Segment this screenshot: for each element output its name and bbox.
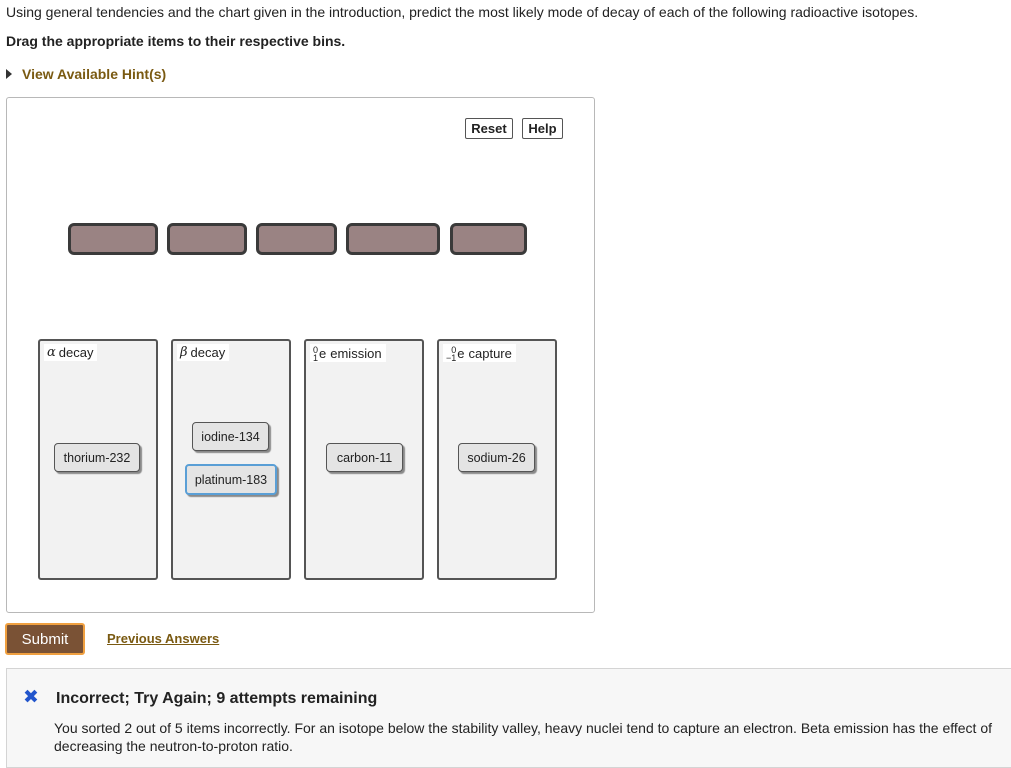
nuclide-notation: 0 −1: [446, 345, 457, 363]
empty-item-slot: [167, 223, 247, 255]
feedback-panel: ✖ Incorrect; Try Again; 9 attempts remai…: [6, 668, 1011, 768]
bin-label-text: capture: [468, 345, 512, 361]
feedback-message: You sorted 2 out of 5 items incorrectly.…: [54, 720, 993, 754]
bin-label-text: emission: [330, 345, 382, 361]
previous-answers-link[interactable]: Previous Answers: [107, 631, 219, 646]
instruction-text: Drag the appropriate items to their resp…: [6, 33, 346, 49]
bin-label: β decay: [177, 344, 230, 361]
question-text: Using general tendencies and the chart g…: [6, 4, 919, 20]
beta-symbol: β: [180, 345, 188, 360]
drag-drop-workspace: Reset Help α decay thorium-232 β decay i…: [6, 97, 595, 613]
view-hints-label: View Available Hint(s): [22, 66, 167, 82]
empty-item-slot: [68, 223, 158, 255]
view-hints-toggle[interactable]: View Available Hint(s): [6, 66, 166, 82]
item-chip[interactable]: carbon-11: [326, 443, 403, 472]
close-x-icon: ✖: [23, 686, 39, 708]
submit-button[interactable]: Submit: [5, 623, 85, 655]
bin-label-text: decay: [190, 345, 226, 360]
reset-button[interactable]: Reset: [465, 118, 513, 139]
bin-alpha-decay[interactable]: α decay thorium-232: [38, 339, 158, 580]
empty-item-slot: [256, 223, 337, 255]
empty-item-slot: [450, 223, 527, 255]
bin-electron-capture[interactable]: 0 −1 e capture sodium-26: [437, 339, 557, 580]
bin-positron-emission[interactable]: 0 1 e emission carbon-11: [304, 339, 424, 580]
empty-item-slot: [346, 223, 440, 255]
bin-label: α decay: [44, 344, 98, 361]
item-chip[interactable]: thorium-232: [54, 443, 140, 472]
item-chip[interactable]: sodium-26: [458, 443, 535, 472]
item-chip[interactable]: platinum-183: [185, 464, 277, 495]
help-button[interactable]: Help: [522, 118, 563, 139]
item-chip[interactable]: iodine-134: [192, 422, 269, 451]
bin-label-text: decay: [58, 345, 94, 360]
bin-label: 0 −1 e capture: [443, 344, 516, 363]
bin-label: 0 1 e emission: [310, 344, 386, 363]
alpha-symbol: α: [47, 345, 56, 360]
caret-right-icon: [6, 69, 12, 79]
bin-beta-decay[interactable]: β decay iodine-134 platinum-183: [171, 339, 291, 580]
nuclide-notation: 0 1: [313, 345, 319, 363]
feedback-title: Incorrect; Try Again; 9 attempts remaini…: [56, 690, 378, 707]
